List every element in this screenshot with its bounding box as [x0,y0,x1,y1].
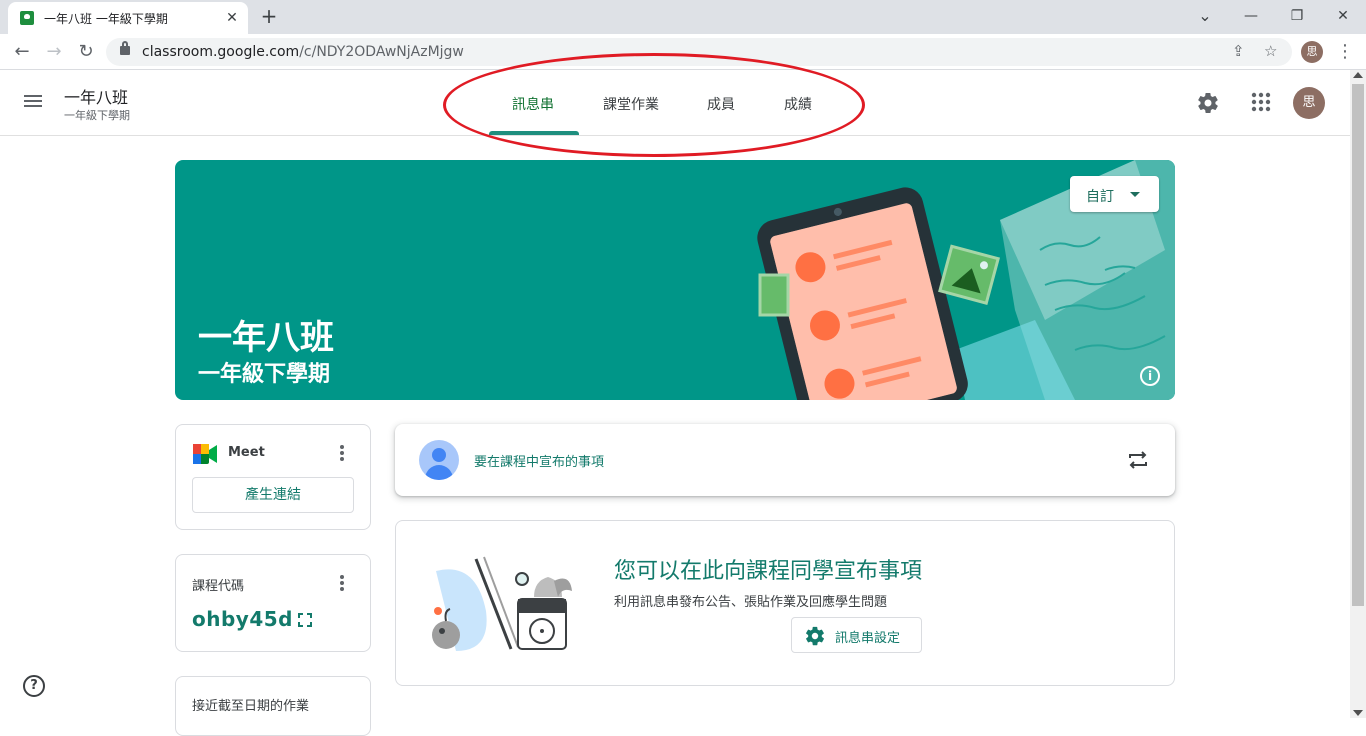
meet-more-options-icon[interactable] [340,445,344,461]
scrollbar-thumb[interactable] [1352,84,1364,606]
fullscreen-expand-icon[interactable] [298,613,312,627]
main-menu-icon[interactable] [24,92,48,112]
google-meet-logo-icon [193,444,217,464]
settings-gear-icon[interactable] [1196,91,1220,115]
restore-button[interactable]: ❐ [1282,6,1312,26]
stream-settings-label: 訊息串設定 [835,631,901,646]
upcoming-work-card: 接近截至日期的作業 [175,676,371,736]
back-arrow-icon[interactable]: ← [10,40,34,64]
class-banner: 自訂 一年八班 一年級下學期 i [175,160,1175,400]
window-close-button[interactable]: ✕ [1328,6,1358,26]
meet-card: Meet 產生連結 [175,424,371,530]
bookmark-star-icon[interactable]: ☆ [1264,42,1277,60]
info-icon[interactable]: i [1140,366,1160,386]
browser-profile-avatar[interactable]: 思 [1301,41,1323,63]
browser-menu-icon[interactable]: ⋮ [1336,40,1354,64]
class-section: 一年級下學期 [64,109,130,122]
customize-button[interactable]: 自訂 [1070,176,1159,212]
minimize-button[interactable]: — [1236,6,1266,26]
browser-tab[interactable]: 一年八班 一年級下學期 ✕ [8,2,248,34]
stream-settings-button[interactable]: 訊息串設定 [791,617,922,653]
classroom-favicon-icon [20,11,34,25]
scroll-up-arrow-icon[interactable] [1353,72,1363,78]
annotation-ellipse [443,53,865,157]
stream-empty-illustration [432,556,572,651]
empty-state-subtitle: 利用訊息串發布公告、張貼作業及回應學生問題 [614,595,888,610]
class-code-card: 課程代碼 ohby45d [175,554,371,652]
share-icon[interactable]: ⇪ [1232,42,1245,60]
announcement-placeholder[interactable]: 要在課程中宣布的事項 [474,451,604,470]
banner-class-title: 一年八班 [198,318,334,358]
scroll-down-arrow-icon[interactable] [1353,710,1363,716]
repost-arrows-icon[interactable] [1127,450,1149,470]
reload-icon[interactable]: ↻ [74,40,98,64]
stream-empty-state: 您可以在此向課程同學宣布事項 利用訊息串發布公告、張貼作業及回應學生問題 訊息串… [395,520,1175,686]
class-code-label: 課程代碼 [192,579,245,594]
browser-tab-strip: 一年八班 一年級下學期 ✕ + ⌄ — ❐ ✕ [0,0,1366,34]
lock-icon [120,41,130,55]
forward-arrow-icon[interactable]: → [42,40,66,64]
upcoming-work-label: 接近截至日期的作業 [192,699,310,714]
class-title[interactable]: 一年八班 [64,84,128,108]
account-avatar[interactable]: 思 [1293,87,1325,119]
user-avatar-icon [419,440,459,480]
help-icon[interactable]: ? [23,675,45,697]
customize-label: 自訂 [1086,189,1114,205]
class-code-more-options-icon[interactable] [340,575,344,591]
url-text: classroom.google.com/c/NDY2ODAwNjAzMjgw [142,44,464,60]
new-tab-button[interactable]: + [258,6,280,28]
tab-search-chevron-icon[interactable]: ⌄ [1190,6,1220,26]
settings-gear-icon [806,626,824,646]
google-apps-grid-icon[interactable] [1250,91,1272,113]
banner-section: 一年級下學期 [198,362,331,387]
generate-link-button[interactable]: 產生連結 [192,477,354,513]
meet-label: Meet [228,445,265,460]
class-code-value: ohby45d [192,607,293,631]
announcement-composer[interactable]: 要在課程中宣布的事項 [395,424,1175,496]
dropdown-caret-icon [1130,192,1140,197]
browser-tab-title: 一年八班 一年級下學期 [44,12,168,26]
tab-close-icon[interactable]: ✕ [222,8,242,28]
empty-state-title: 您可以在此向課程同學宣布事項 [614,559,923,584]
